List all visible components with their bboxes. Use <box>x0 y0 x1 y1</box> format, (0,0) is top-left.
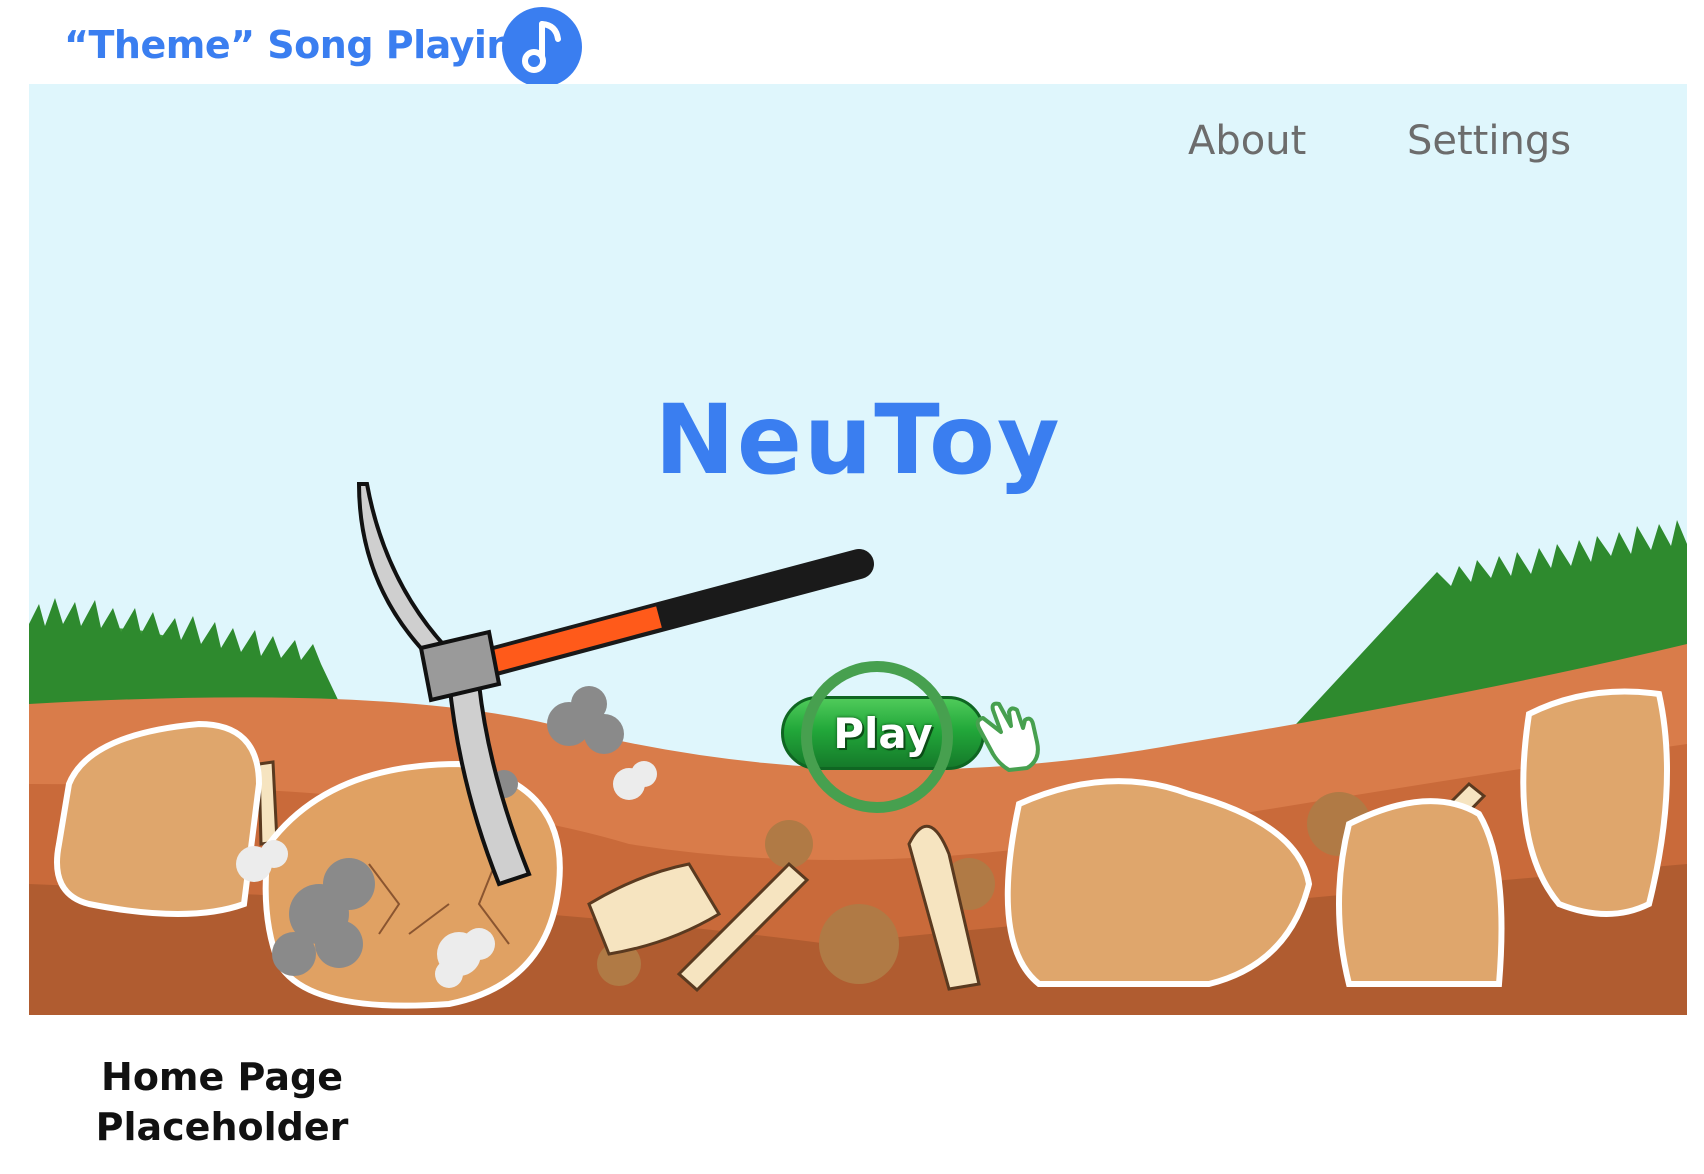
music-toggle-button[interactable] <box>502 7 582 87</box>
caption-line-1: Home Page <box>101 1055 343 1099</box>
nav-about-link[interactable]: About <box>1188 118 1306 164</box>
play-button-label: Play <box>833 708 933 758</box>
tap-hand-icon <box>975 701 1040 772</box>
play-button[interactable]: Play <box>781 696 985 770</box>
home-scene: About Settings NeuToy Play <box>29 84 1687 1015</box>
page-caption: Home Page Placeholder <box>82 1052 362 1152</box>
music-note-icon <box>522 21 561 73</box>
nav-settings-link[interactable]: Settings <box>1407 118 1571 164</box>
song-status: “Theme” Song Playing <box>64 14 540 76</box>
game-title: NeuToy <box>654 384 1062 496</box>
dig-site-illustration <box>29 482 1687 1015</box>
caption-line-2: Placeholder <box>95 1105 349 1149</box>
song-status-label: “Theme” Song Playing <box>64 23 540 67</box>
